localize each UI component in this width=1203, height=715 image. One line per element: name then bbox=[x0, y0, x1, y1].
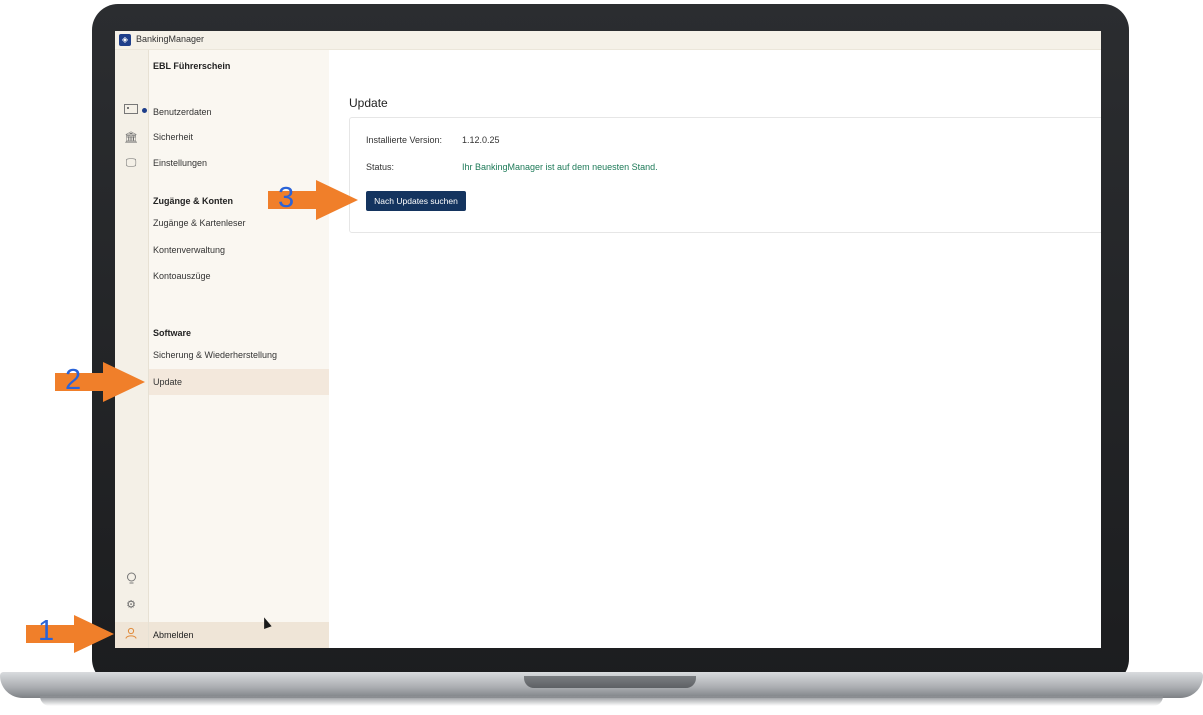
callout-number-2: 2 bbox=[65, 364, 82, 396]
monitor-icon[interactable]: 🖵 bbox=[122, 155, 140, 171]
callout-number-1: 1 bbox=[38, 615, 55, 647]
main-content: Update Installierte Version: 1.12.0.25 S… bbox=[329, 50, 1101, 648]
user-icon[interactable] bbox=[122, 627, 140, 643]
id-card-icon[interactable] bbox=[122, 103, 140, 119]
laptop-notch bbox=[524, 676, 696, 688]
callout-number-3: 3 bbox=[278, 182, 295, 214]
nav-item-update[interactable]: Update bbox=[149, 369, 329, 395]
nav-heading-profile: EBL Führerschein bbox=[153, 61, 231, 71]
app-title: BankingManager bbox=[136, 34, 205, 44]
lightbulb-icon[interactable] bbox=[122, 572, 140, 588]
icon-rail: 🏛 🖵 ⚙ bbox=[115, 50, 149, 648]
logout-button[interactable]: Abmelden bbox=[149, 622, 329, 648]
check-updates-button[interactable]: Nach Updates suchen bbox=[366, 191, 466, 211]
nav-item-kontenverwaltung[interactable]: Kontenverwaltung bbox=[149, 237, 329, 263]
settings-icon[interactable]: ⚙ bbox=[122, 597, 140, 613]
laptop-shadow bbox=[40, 696, 1163, 706]
title-bar: ◈ BankingManager bbox=[115, 31, 1101, 50]
installed-version-label: Installierte Version: bbox=[366, 135, 443, 145]
status-label: Status: bbox=[366, 162, 395, 172]
bank-icon[interactable]: 🏛 bbox=[122, 130, 140, 146]
nav-item-kontoauszuege[interactable]: Kontoauszüge bbox=[149, 263, 329, 289]
app-window: ◈ BankingManager 🏛 🖵 ⚙ EBL Führerschein … bbox=[115, 31, 1101, 648]
nav-item-benutzerdaten[interactable]: Benutzerdaten bbox=[149, 99, 329, 125]
nav-heading-software: Software bbox=[153, 328, 192, 338]
update-card: Installierte Version: 1.12.0.25 Status: … bbox=[349, 117, 1101, 233]
status-value: Ihr BankingManager ist auf dem neuesten … bbox=[462, 162, 658, 172]
nav-heading-accounts: Zugänge & Konten bbox=[153, 196, 233, 206]
nav-item-sicherheit[interactable]: Sicherheit bbox=[149, 124, 329, 150]
active-indicator bbox=[142, 108, 147, 113]
page-title: Update bbox=[349, 96, 388, 110]
installed-version-value: 1.12.0.25 bbox=[462, 135, 500, 145]
nav-item-sicherung[interactable]: Sicherung & Wiederherstellung bbox=[149, 342, 329, 368]
app-logo-icon: ◈ bbox=[119, 34, 131, 46]
nav-item-einstellungen[interactable]: Einstellungen bbox=[149, 150, 329, 176]
settings-nav: EBL Führerschein Benutzerdaten Sicherhei… bbox=[149, 50, 330, 648]
